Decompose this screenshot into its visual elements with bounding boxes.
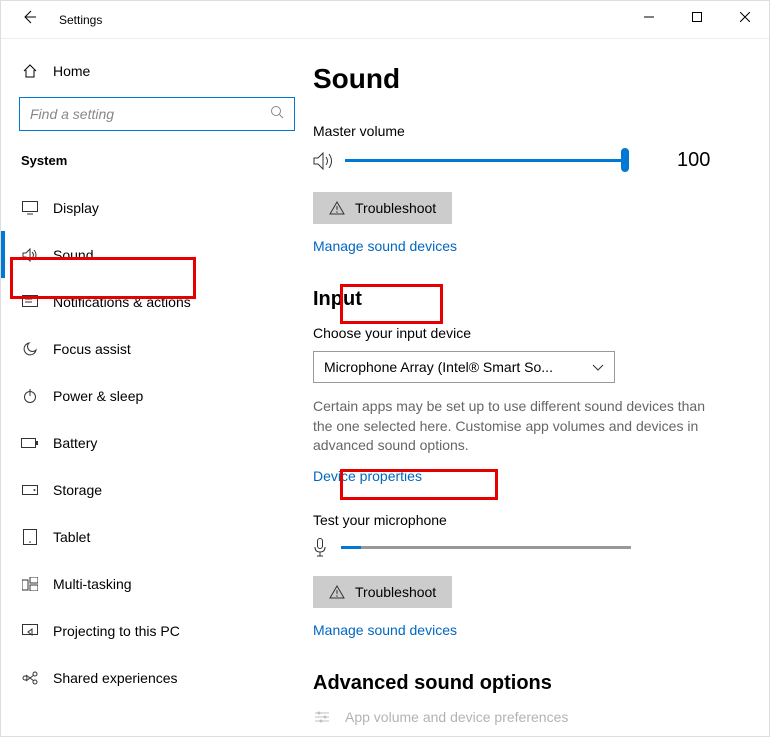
sidebar-item-label: Display [53,200,99,216]
page-title: Sound [313,63,755,95]
sidebar-item-label: Focus assist [53,341,131,357]
sidebar-item-label: Projecting to this PC [53,623,180,639]
choose-input-label: Choose your input device [313,325,755,341]
sidebar-item-multitasking[interactable]: Multi-tasking [1,560,313,607]
search-input[interactable] [30,106,270,122]
advanced-heading: Advanced sound options [313,672,755,695]
sound-icon [21,248,39,262]
maximize-button[interactable] [673,1,721,33]
sidebar-item-sound[interactable]: Sound [1,231,313,278]
sidebar-item-label: Sound [53,247,93,263]
sidebar-item-power-sleep[interactable]: Power & sleep [1,372,313,419]
troubleshoot-input-button[interactable]: Troubleshoot [313,576,452,608]
sidebar-item-label: Notifications & actions [53,294,191,310]
sidebar-item-tablet[interactable]: Tablet [1,513,313,560]
storage-icon [21,485,39,495]
search-icon [270,105,284,124]
home-label: Home [53,63,90,79]
microphone-icon [313,538,327,558]
sidebar: Home System Display Sound Notifications … [1,39,313,736]
input-help-text: Certain apps may be set up to use differ… [313,397,723,456]
warning-icon [329,585,345,599]
battery-icon [21,438,39,448]
minimize-button[interactable] [625,1,673,33]
input-device-value: Microphone Array (Intel® Smart So... [324,359,553,375]
app-volume-icon [313,710,331,724]
window-controls [625,1,769,33]
power-icon [21,388,39,404]
sidebar-item-label: Shared experiences [53,670,178,686]
sidebar-item-label: Multi-tasking [53,576,132,592]
window-title: Settings [59,13,102,27]
sidebar-item-focus-assist[interactable]: Focus assist [1,325,313,372]
sidebar-item-label: Storage [53,482,102,498]
slider-thumb[interactable] [621,148,629,172]
sidebar-item-notifications[interactable]: Notifications & actions [1,278,313,325]
troubleshoot-label: Troubleshoot [355,200,436,216]
back-icon[interactable] [21,9,37,30]
manage-input-devices-link[interactable]: Manage sound devices [313,622,457,638]
test-mic-label: Test your microphone [313,512,755,528]
sidebar-item-storage[interactable]: Storage [1,466,313,513]
sidebar-item-display[interactable]: Display [1,184,313,231]
sidebar-item-label: Tablet [53,529,90,545]
manage-output-devices-link[interactable]: Manage sound devices [313,238,457,254]
app-volume-label[interactable]: App volume and device preferences [345,709,568,725]
home-icon [21,63,39,79]
volume-slider[interactable] [345,159,625,162]
close-button[interactable] [721,1,769,33]
home-button[interactable]: Home [1,63,313,97]
device-properties-link[interactable]: Device properties [313,468,422,484]
multitasking-icon [21,577,39,591]
group-title: System [1,153,313,184]
mic-level-meter [341,546,631,549]
troubleshoot-output-button[interactable]: Troubleshoot [313,192,452,224]
sidebar-item-battery[interactable]: Battery [1,419,313,466]
shared-icon [21,671,39,685]
search-box[interactable] [19,97,295,131]
sidebar-item-shared-experiences[interactable]: Shared experiences [1,654,313,701]
troubleshoot-label: Troubleshoot [355,584,436,600]
sidebar-item-label: Battery [53,435,97,451]
speaker-icon[interactable] [313,152,335,170]
sidebar-item-projecting[interactable]: Projecting to this PC [1,607,313,654]
input-heading: Input [313,288,755,311]
notifications-icon [21,295,39,309]
focus-assist-icon [21,341,39,357]
warning-icon [329,201,345,215]
display-icon [21,201,39,215]
volume-value: 100 [677,149,710,172]
projecting-icon [21,624,39,638]
tablet-icon [21,529,39,545]
input-device-select[interactable]: Microphone Array (Intel® Smart So... [313,351,615,383]
main-content: Sound Master volume 100 Troubleshoot Man… [313,39,769,736]
chevron-down-icon [592,359,604,375]
sidebar-item-label: Power & sleep [53,388,143,404]
master-volume-label: Master volume [313,123,755,139]
